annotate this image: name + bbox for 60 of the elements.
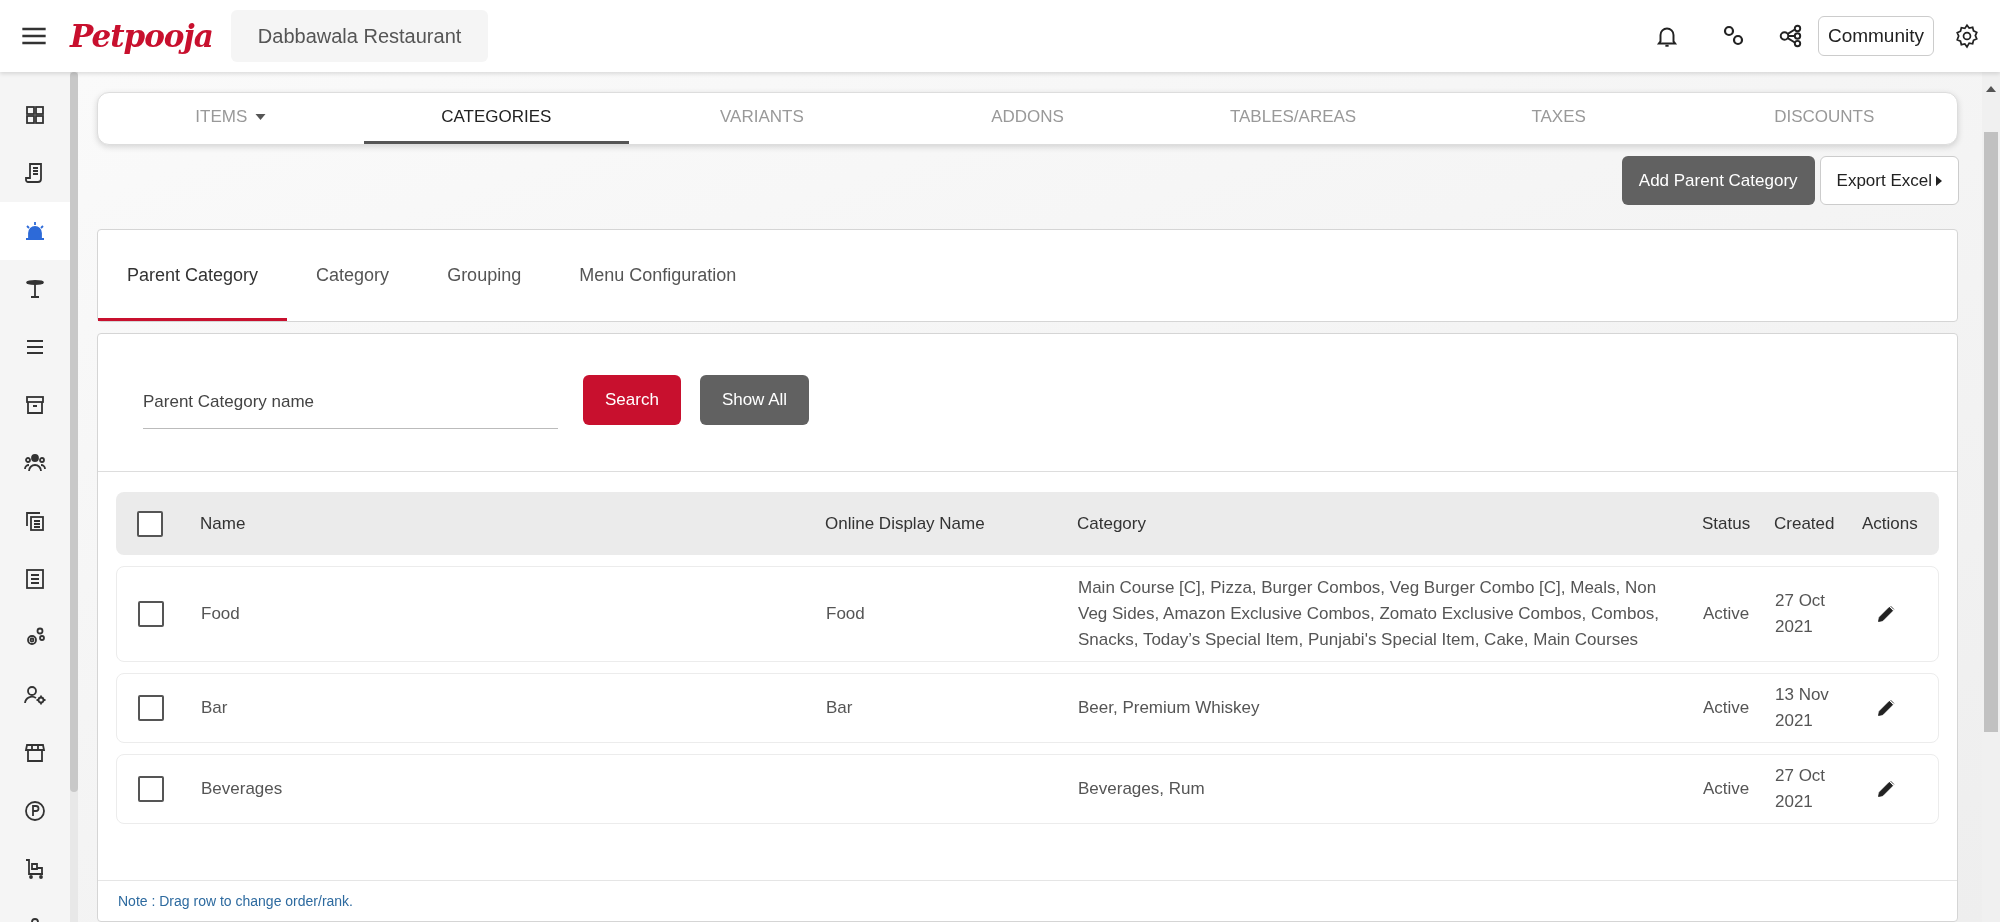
table-cell-text: Main Course [C], Pizza, Burger Combos, Veg Burger Combo [C], Meals, Non Veg Sides, Amazon Exclusive Combos, Zomato Exclusive Combos, Combos, Snacks, Today’s Special Item, Punjabi's Special Item, Cake, Main Courses [1078, 577, 1661, 651]
restaurant-name: Dabbawala Restaurant [230, 10, 489, 62]
table-cell-text: Food [826, 603, 866, 625]
table-cell-text: 27 Oct 2021 [1775, 590, 1827, 638]
table-cell-text: Active [1703, 603, 1751, 625]
dashboard-icon [23, 103, 47, 127]
caret-icon [1936, 175, 1942, 186]
table-cell-text: 13 Nov 2021 [1775, 684, 1830, 732]
edit-icon[interactable] [1876, 604, 1896, 624]
table-row[interactable]: Beverages Beverages, Rum Active 27 Oct 2021 [116, 754, 1939, 824]
scrollbar-thumb[interactable] [1984, 132, 1998, 732]
settings-icon[interactable] [1954, 23, 1980, 49]
nav-tab[interactable]: CATEGORIES [363, 93, 630, 144]
column-header: Actions [1862, 512, 1919, 535]
column-header: Created [1774, 512, 1836, 535]
table-cell-text: Bar [201, 697, 229, 719]
checkbox[interactable] [138, 695, 164, 721]
table-cell-text: 27 Oct 2021 [1775, 765, 1827, 813]
scroll-up-icon[interactable] [1986, 86, 1996, 92]
table-cell-text: Active [1703, 778, 1751, 800]
edit-icon[interactable] [1876, 698, 1896, 718]
alarm-icon [23, 219, 47, 243]
checkbox[interactable] [138, 776, 164, 802]
note-text: Note : Drag row to change order/rank. [118, 893, 353, 909]
brand-logo[interactable]: Petpooja [70, 19, 213, 53]
sidebar-item[interactable] [0, 202, 70, 260]
table-cell-text: Active [1703, 697, 1751, 719]
store-icon [23, 741, 47, 765]
tab[interactable]: Category [287, 230, 419, 321]
show-all-button[interactable]: Show All [699, 374, 810, 425]
edit-icon[interactable] [1876, 779, 1896, 799]
checkbox[interactable] [137, 510, 163, 537]
table-cell-text: Food [201, 603, 241, 625]
column-header: Status [1702, 512, 1752, 535]
table-cell-text: Bar [826, 697, 854, 719]
checkbox[interactable] [138, 601, 164, 627]
table-row[interactable] [116, 566, 1939, 662]
search-button[interactable]: Search [583, 374, 681, 425]
column-header: Online Display Name [825, 512, 986, 535]
caret-icon [255, 114, 267, 120]
export-button[interactable]: Export Excel [1819, 156, 1959, 205]
table-cell-text: Beer, Premium Whiskey [1078, 697, 1261, 719]
user-gear-icon [23, 683, 47, 707]
parking-icon [23, 799, 47, 823]
scrollbar-thumb[interactable] [70, 72, 78, 792]
table-row[interactable]: Bar Bar Beer, Premium Whiskey Active 13 Nov 2021 [116, 673, 1939, 743]
tab[interactable]: Parent Category [98, 230, 288, 321]
table-cell-text: Beverages [201, 778, 284, 800]
community-button[interactable]: Community [1817, 16, 1934, 56]
tab[interactable]: Grouping [418, 230, 551, 321]
add-parent-category-button[interactable]: Add Parent Category [1621, 156, 1815, 205]
column-header: Name [200, 512, 247, 535]
column-header: Category [1077, 512, 1147, 535]
share-icon[interactable] [1777, 23, 1804, 49]
table-cell-text: Beverages, Rum [1078, 778, 1206, 800]
search-field[interactable]: Parent Category name [143, 376, 558, 429]
document-icon [23, 567, 47, 591]
tab[interactable]: Menu Configuration [550, 230, 766, 321]
table-icon [23, 277, 47, 301]
archive-icon [23, 393, 47, 417]
